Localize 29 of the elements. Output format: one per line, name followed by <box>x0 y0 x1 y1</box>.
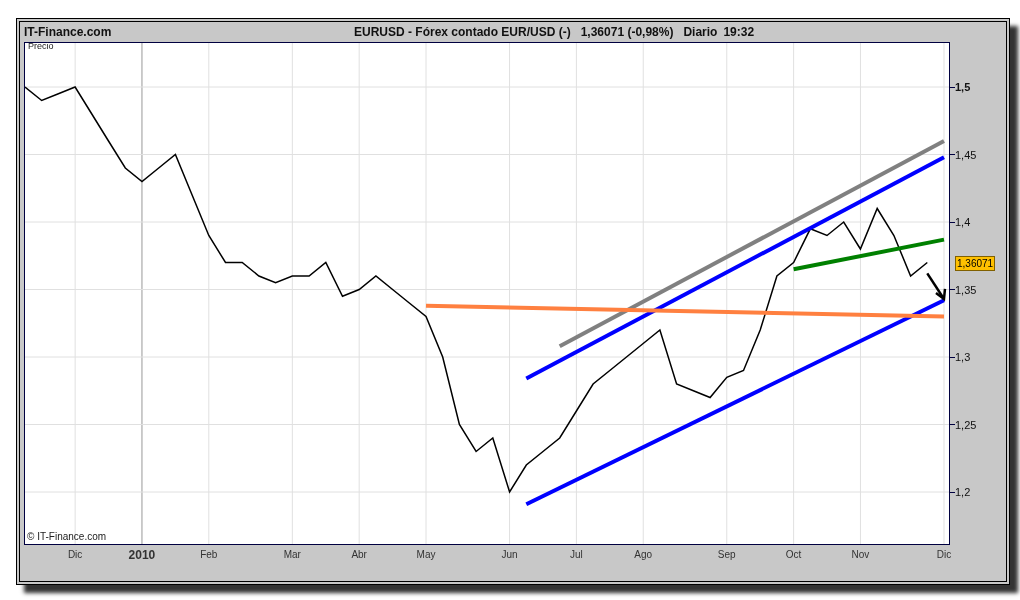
copyright-text: © IT-Finance.com <box>27 530 107 544</box>
time-label: 19:32 <box>723 24 755 41</box>
period-label: Diario <box>683 24 718 41</box>
y-axis-label: 1,4 <box>955 215 971 229</box>
y-axis-title: Precio <box>28 40 54 53</box>
x-axis-label: Mar <box>283 548 301 562</box>
x-axis-label: Sep <box>717 548 736 562</box>
site-name: IT-Finance.com <box>24 24 113 41</box>
x-axis-label: Jul <box>570 548 583 562</box>
down-arrow-icon <box>926 272 947 302</box>
x-axis-label: Jun <box>501 548 518 562</box>
x-axis-label: Oct <box>785 548 802 562</box>
y-axis-label: 1,3 <box>955 350 971 364</box>
x-axis-label: 2010 <box>128 547 156 563</box>
x-axis-label: Nov <box>851 548 870 562</box>
y-axis-label: 1,5 <box>955 80 971 94</box>
last-price-tag: 1,36071 <box>955 255 996 271</box>
x-axis-label: Feb <box>200 548 218 562</box>
x-axis-label: Dic <box>936 548 952 562</box>
chart-title: EURUSD - Fórex contado EUR/USD (-) <box>354 24 571 41</box>
y-axis-label: 1,2 <box>955 485 971 499</box>
y-axis-label: 1,25 <box>955 417 977 432</box>
x-axis-label: May <box>416 548 436 562</box>
x-axis-label: Abr <box>351 548 367 562</box>
x-axis-label: Ago <box>634 548 653 562</box>
x-axis-label: Dic <box>67 548 83 562</box>
quote-value: 1,36071 (-0,98%) <box>580 24 674 41</box>
y-axis-label: 1,45 <box>955 147 977 162</box>
y-axis-label: 1,35 <box>955 282 977 297</box>
